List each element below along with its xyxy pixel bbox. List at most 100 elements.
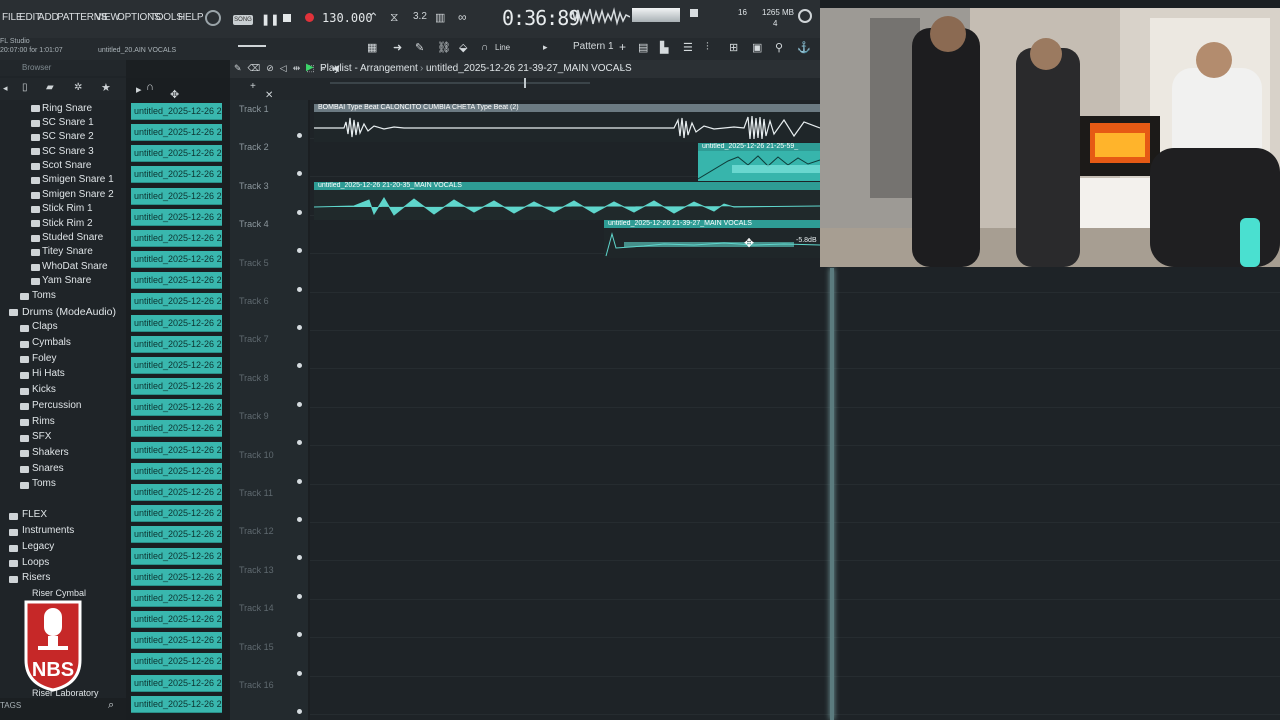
clip-chip[interactable]: untitled_2025-12-26 21-... bbox=[131, 230, 222, 247]
add-pattern-icon[interactable]: + bbox=[619, 40, 626, 54]
stop-icon[interactable] bbox=[283, 14, 291, 22]
clip-chip[interactable]: untitled_2025-12-26 21-... bbox=[131, 188, 222, 205]
track-label[interactable]: Track 4 bbox=[239, 219, 269, 229]
clip-chip[interactable]: untitled_2025-12-26 21-... bbox=[131, 505, 222, 522]
clip-chip[interactable]: untitled_2025-12-26 21-... bbox=[131, 272, 222, 289]
play-pattern-icon[interactable]: ▶ bbox=[306, 62, 314, 73]
menu-add[interactable]: ADD bbox=[38, 12, 59, 23]
clip-chip[interactable]: untitled_2025-12-26 21-... bbox=[131, 548, 222, 565]
tempo-display[interactable]: 130.000 bbox=[322, 11, 373, 25]
track-mute-indicator[interactable] bbox=[297, 709, 302, 714]
plug-icon[interactable]: ⚲ bbox=[775, 41, 783, 54]
track-mute-indicator[interactable] bbox=[297, 401, 302, 407]
keyboard-icon[interactable]: ▦ bbox=[367, 41, 377, 54]
loop-record-icon[interactable]: ∞ bbox=[458, 10, 467, 24]
audio-clip-beat[interactable]: BOMBAI Type Beat CALONCITO CUMBIA CHETA … bbox=[314, 104, 820, 142]
track-label[interactable]: Track 5 bbox=[239, 258, 269, 268]
file-icon[interactable]: ▯ bbox=[22, 82, 28, 93]
folder-icon[interactable]: ▰ bbox=[46, 82, 54, 93]
track-label[interactable]: Track 11 bbox=[239, 488, 273, 498]
piano-roll-icon[interactable]: ▙ bbox=[660, 41, 668, 54]
browser-item[interactable]: Toms bbox=[32, 290, 56, 301]
clip-chip[interactable]: untitled_2025-12-26 21-... bbox=[131, 442, 222, 459]
browser-root[interactable]: FLEX bbox=[22, 509, 47, 520]
browser-folder[interactable]: Rims bbox=[32, 416, 55, 427]
clip-chip[interactable]: untitled_2025-12-26 21-... bbox=[131, 378, 222, 395]
master-pitch-slider[interactable] bbox=[238, 45, 266, 47]
audio-clip-vocals-2[interactable]: untitled_2025-12-26 21-25-59_ bbox=[698, 143, 820, 181]
clip-chip[interactable]: untitled_2025-12-26 21-... bbox=[131, 675, 222, 692]
browser-folder[interactable]: Percussion bbox=[32, 400, 81, 411]
magnet-icon[interactable]: ∩ bbox=[481, 42, 488, 53]
track-label[interactable]: Track 3 bbox=[239, 181, 269, 191]
step-edit-icon[interactable]: ▥ bbox=[435, 11, 445, 24]
star-icon[interactable]: ★ bbox=[101, 81, 111, 94]
clip-chip[interactable]: untitled_2025-12-26 21-... bbox=[131, 336, 222, 353]
track-mute-indicator[interactable] bbox=[297, 593, 302, 599]
time-scrollbar[interactable] bbox=[330, 82, 590, 84]
clip-chip[interactable]: untitled_2025-12-26 21-... bbox=[131, 611, 222, 628]
song-mode-toggle[interactable]: SONG bbox=[233, 15, 253, 25]
pat-song-knob-icon[interactable] bbox=[205, 10, 221, 26]
browser-folder[interactable]: Cymbals bbox=[32, 337, 71, 348]
browser-folder[interactable]: SFX bbox=[32, 431, 51, 442]
browser-item[interactable]: Titey Snare bbox=[42, 246, 93, 257]
browser-item[interactable]: WhoDat Snare bbox=[42, 261, 108, 272]
browser-folder[interactable]: Foley bbox=[32, 353, 56, 364]
track-label[interactable]: Track 9 bbox=[239, 411, 269, 421]
menu-help[interactable]: HELP bbox=[178, 12, 204, 23]
browser-item[interactable]: SC Snare 3 bbox=[42, 146, 94, 157]
snap-select[interactable]: Line bbox=[495, 43, 510, 52]
clip-chip[interactable]: untitled_2025-12-26 21-... bbox=[131, 632, 222, 649]
timeline-ruler[interactable]: + ✕ bbox=[230, 78, 820, 101]
magnet-icon[interactable]: ∩ bbox=[146, 81, 154, 93]
browser-root[interactable]: Risers bbox=[22, 572, 50, 583]
add-track-icon[interactable]: + bbox=[250, 81, 256, 92]
track-label[interactable]: Track 2 bbox=[239, 142, 269, 152]
clip-chip[interactable]: untitled_2025-12-26 21-... bbox=[131, 399, 222, 416]
link-icon[interactable]: ⛓ bbox=[437, 41, 451, 54]
pattern-selector[interactable]: Pattern 1 bbox=[573, 41, 614, 52]
clip-chip[interactable]: untitled_2025-12-26 21-... bbox=[131, 653, 222, 670]
browser-item[interactable]: Scot Snare bbox=[42, 160, 91, 171]
track-label[interactable]: Track 16 bbox=[239, 680, 274, 690]
mic-icon[interactable]: ⚓ bbox=[797, 41, 811, 54]
clip-chip[interactable]: untitled_2025-12-26 21-... bbox=[131, 315, 222, 332]
track-label[interactable]: Track 15 bbox=[239, 642, 274, 652]
metronome-icon[interactable]: ⌃ bbox=[368, 10, 379, 26]
clip-chip[interactable]: untitled_2025-12-26 21-... bbox=[131, 145, 222, 162]
track-label[interactable]: Track 1 bbox=[239, 104, 269, 114]
project-browser-icon[interactable]: ⊞ bbox=[729, 41, 738, 54]
track-mute-indicator[interactable] bbox=[297, 478, 302, 484]
browser-item[interactable]: Studed Snare bbox=[42, 232, 103, 243]
browser-item[interactable]: Stick Rim 2 bbox=[42, 218, 93, 229]
clip-chip[interactable]: untitled_2025-12-26 21-... bbox=[131, 293, 222, 310]
browser-root[interactable]: Loops bbox=[22, 557, 49, 568]
pattern-nav-icon[interactable]: ▸ bbox=[543, 42, 548, 53]
track-mute-indicator[interactable] bbox=[297, 670, 302, 676]
track-label[interactable]: Track 13 bbox=[239, 565, 274, 575]
browser-folder[interactable]: Snares bbox=[32, 463, 64, 474]
browser-item[interactable]: Smigen Snare 2 bbox=[42, 189, 114, 200]
power-icon[interactable] bbox=[798, 9, 812, 23]
countdown-icon[interactable]: 3.2 bbox=[413, 11, 427, 22]
record-icon[interactable] bbox=[305, 13, 314, 22]
track-label[interactable]: Track 7 bbox=[239, 334, 269, 344]
pencil-icon[interactable]: ✎ bbox=[415, 41, 424, 54]
browser-root[interactable]: Instruments bbox=[22, 525, 74, 536]
plugin-icon[interactable]: ✲ bbox=[74, 82, 82, 93]
channel-rack-icon[interactable]: ☰ bbox=[683, 41, 693, 54]
track-label[interactable]: Track 8 bbox=[239, 373, 269, 383]
browser-folder[interactable]: Hi Hats bbox=[32, 368, 65, 379]
back-icon[interactable]: ◂ bbox=[3, 83, 8, 94]
track-label[interactable]: Track 14 bbox=[239, 603, 274, 613]
browser-group-drums[interactable]: Drums (ModeAudio) bbox=[22, 306, 116, 318]
clip-chip[interactable]: untitled_2025-12-26 21-... bbox=[131, 526, 222, 543]
clip-chip[interactable]: untitled_2025-12-26 21-... bbox=[131, 696, 222, 713]
audio-clip-main-vocals-2[interactable]: untitled_2025-12-26 21-39-27_MAIN VOCALS… bbox=[604, 220, 820, 258]
clip-chip[interactable]: untitled_2025-12-26 21-... bbox=[131, 420, 222, 437]
search-icon[interactable]: ⌕ bbox=[108, 699, 114, 712]
browser-item[interactable]: Yam Snare bbox=[42, 275, 91, 286]
browser-folder[interactable]: Claps bbox=[32, 321, 58, 332]
browser-item[interactable]: SC Snare 1 bbox=[42, 117, 94, 128]
